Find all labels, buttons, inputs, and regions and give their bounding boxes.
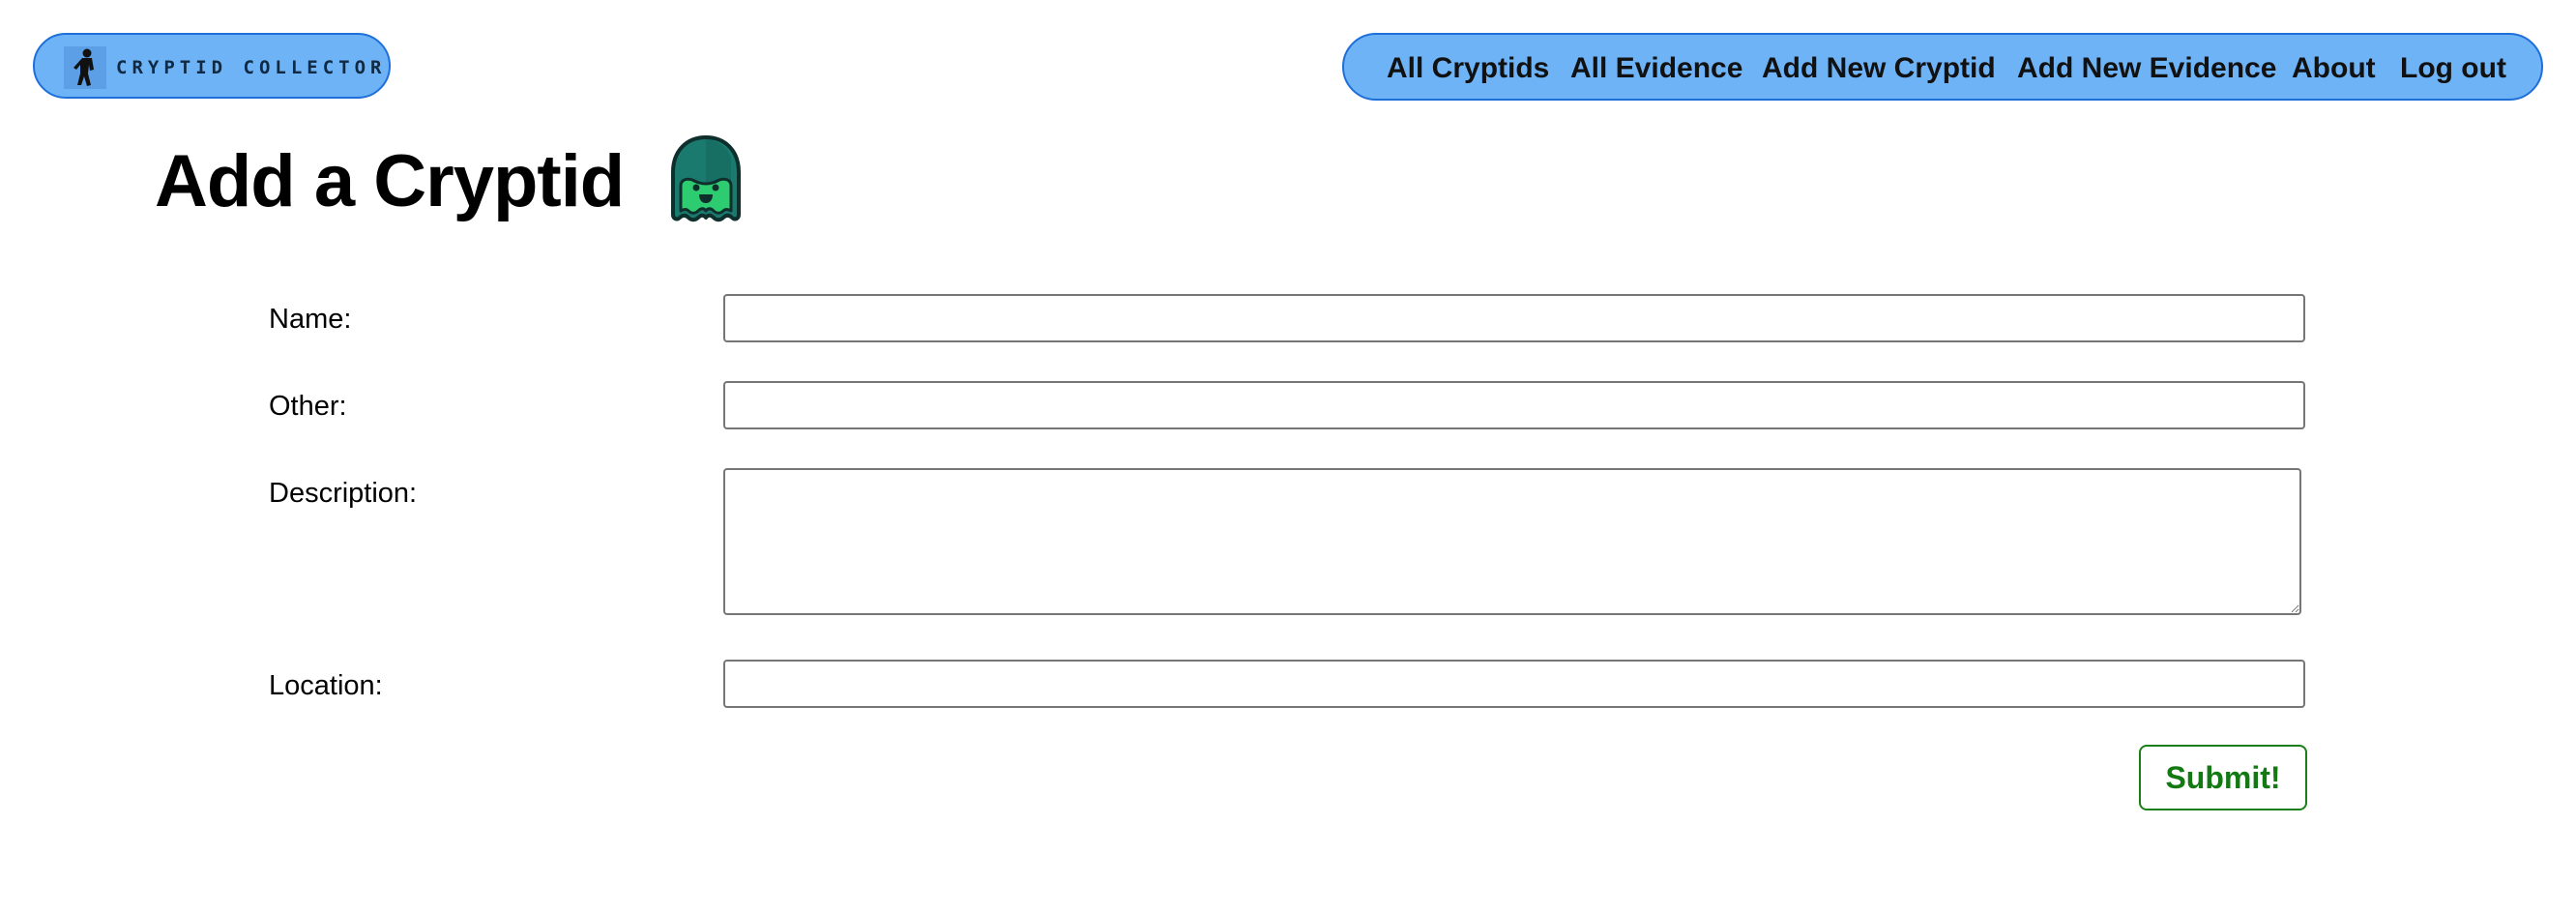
submit-button[interactable]: Submit! [2139,745,2307,810]
location-input[interactable] [723,660,2305,708]
nav-about[interactable]: About [2292,52,2376,85]
name-label: Name: [269,304,352,335]
name-input[interactable] [723,294,2305,342]
main-nav: All Cryptids All Evidence Add New Crypti… [1342,33,2543,101]
location-label: Location: [269,670,383,701]
page-title: Add a Cryptid [155,140,625,222]
other-input[interactable] [723,381,2305,429]
ghost-icon [667,133,745,224]
description-label: Description: [269,478,418,509]
nav-add-new-cryptid[interactable]: Add New Cryptid [1762,52,1996,85]
nav-all-evidence[interactable]: All Evidence [1570,52,1742,85]
nav-all-cryptids[interactable]: All Cryptids [1387,52,1549,85]
description-textarea[interactable] [723,468,2301,615]
other-label: Other: [269,391,347,422]
bigfoot-icon [64,46,106,89]
nav-log-out[interactable]: Log out [2400,52,2506,85]
nav-add-new-evidence[interactable]: Add New Evidence [2017,52,2276,85]
logo-link[interactable]: CRYPTID COLLECTOR [33,33,391,99]
logo-text: CRYPTID COLLECTOR [116,57,387,78]
page: CRYPTID COLLECTOR All Cryptids All Evide… [0,0,2576,913]
